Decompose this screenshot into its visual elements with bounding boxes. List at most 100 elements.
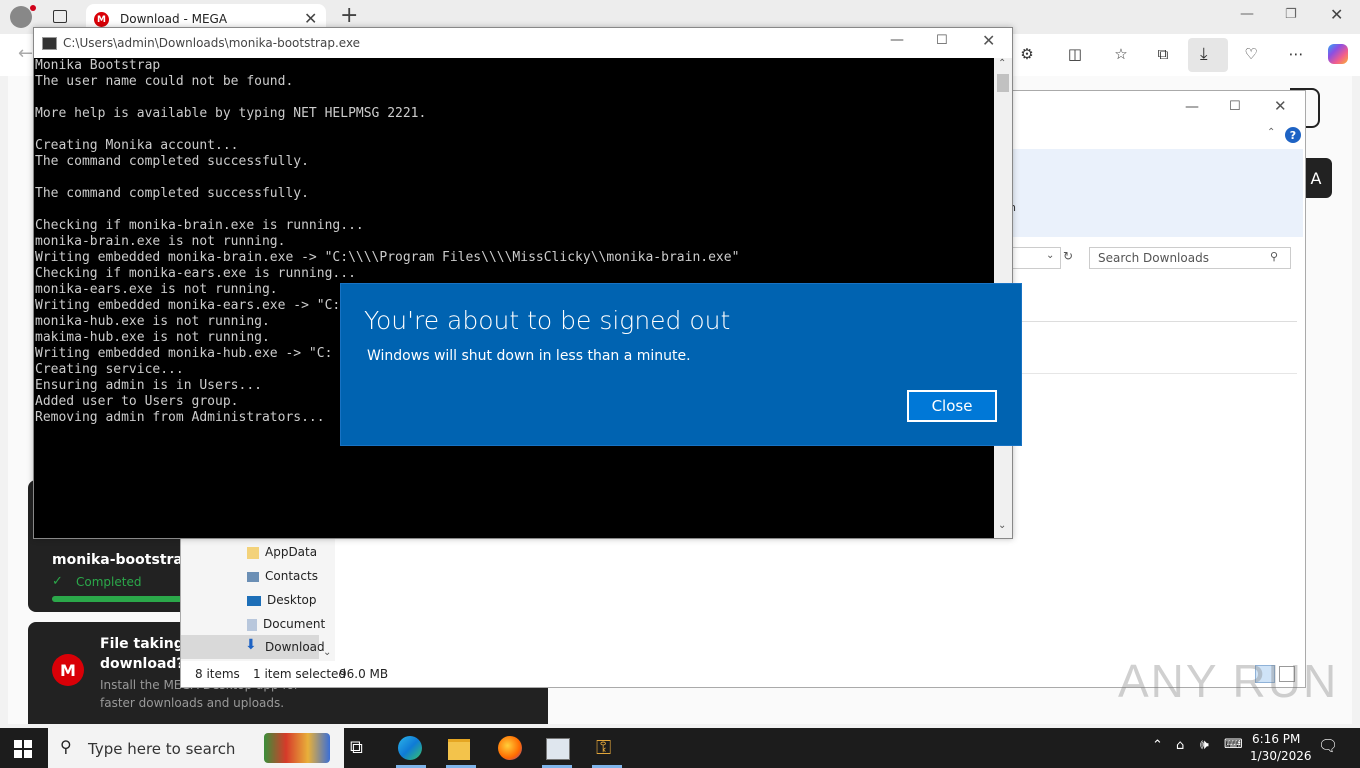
ribbon-collapse-icon[interactable]: ⌃ — [1267, 127, 1275, 138]
documents-icon — [247, 618, 257, 631]
console-line: More help is available by typing NET HEL… — [35, 106, 427, 121]
search-icon: ⚲ — [1270, 250, 1279, 263]
navigation-pane: AppData Contacts Desktop Document ⬇ Down… — [181, 537, 335, 661]
status-size: 96.0 MB — [339, 667, 389, 681]
more-icon[interactable]: ⋯ — [1285, 43, 1307, 65]
nav-item-downloads[interactable]: ⬇ Download — [181, 635, 325, 659]
column-divider — [1011, 321, 1297, 322]
scroll-up-icon[interactable]: ⌃ — [998, 58, 1006, 69]
nav-scroll-down-icon[interactable]: ⌄ — [323, 647, 331, 658]
help-icon[interactable]: ? — [1285, 127, 1301, 143]
gifts-search-highlight-icon — [264, 733, 330, 763]
tab-actions-icon[interactable] — [53, 10, 67, 23]
check-circle-icon: ✓ — [52, 574, 63, 589]
download-file-name: monika-bootstrap. — [52, 552, 199, 568]
download-progress-fill — [52, 596, 188, 602]
file-explorer-icon[interactable] — [448, 739, 470, 760]
new-tab-icon[interactable]: + — [340, 3, 358, 28]
scroll-thumb[interactable] — [997, 74, 1009, 92]
signout-title: You're about to be signed out — [364, 306, 731, 335]
mega-favicon: M — [94, 12, 109, 27]
promo-body-line2: faster downloads and uploads. — [100, 696, 285, 710]
close-button[interactable]: Close — [907, 390, 997, 422]
scroll-down-icon[interactable]: ⌄ — [998, 520, 1006, 531]
downloads-button[interactable]: ⤓ — [1188, 38, 1228, 72]
close-tab-icon[interactable]: ✕ — [304, 9, 317, 28]
download-button-letter: A — [1310, 168, 1322, 188]
taskbar: ⚲ Type here to search ⧉ ⚿ ⌃ ⌂ 🕪 ⌨ 6:16 P… — [0, 728, 1360, 768]
console-taskbar-icon[interactable] — [546, 738, 570, 760]
nav-label: Document — [263, 617, 326, 631]
nav-label: AppData — [265, 545, 318, 559]
console-line: Writing embedded monika-brain.exe -> "C:… — [35, 250, 740, 265]
download-arrow-icon: ⬇ — [245, 637, 257, 653]
mega-logo-icon: M — [52, 654, 84, 686]
firefox-icon[interactable] — [498, 736, 522, 760]
back-icon[interactable]: ← — [18, 43, 33, 64]
restore-icon[interactable]: ❐ — [1285, 7, 1297, 22]
signout-dialog: You're about to be signed out Windows wi… — [340, 283, 1022, 446]
downloads-icon: ⤓ — [1200, 44, 1208, 64]
edge-icon[interactable] — [398, 736, 422, 760]
ribbon-panel — [1011, 149, 1303, 237]
chevron-down-icon: ⌄ — [1046, 250, 1055, 261]
clock-date[interactable]: 1/30/2026 — [1250, 749, 1312, 763]
taskbar-search[interactable]: ⚲ Type here to search — [48, 728, 344, 768]
signout-message: Windows will shut down in less than a mi… — [367, 348, 691, 364]
show-hidden-icons-icon[interactable]: ⌃ — [1152, 738, 1163, 753]
nav-item-desktop[interactable]: Desktop — [247, 593, 317, 607]
extensions-icon[interactable]: ⚙ — [1016, 43, 1038, 65]
pinned-app-icon[interactable]: ⚿ — [596, 735, 611, 759]
console-line: The user name could not be found. — [35, 74, 294, 89]
nav-label: Contacts — [265, 569, 318, 583]
search-icon: ⚲ — [60, 737, 72, 756]
nav-item-documents[interactable]: Document — [247, 617, 325, 631]
desktop-icon — [247, 595, 261, 606]
explorer-search-box[interactable]: Search Downloads ⚲ — [1089, 247, 1291, 269]
network-icon[interactable]: ⌂ — [1176, 738, 1184, 753]
console-minimize-icon[interactable]: — — [890, 32, 904, 48]
promo-title-line2: download? — [100, 656, 185, 672]
input-indicator-icon[interactable]: ⌨ — [1224, 737, 1243, 752]
refresh-icon[interactable]: ↻ — [1063, 249, 1073, 263]
favorites-icon[interactable]: ☆ — [1110, 43, 1132, 65]
collections-icon[interactable]: ⧉ — [1152, 43, 1174, 65]
anyrun-watermark: ANY RUN — [1118, 655, 1339, 707]
browser-essentials-icon[interactable]: ♡ — [1240, 43, 1262, 65]
row-divider — [1011, 373, 1297, 374]
address-dropdown[interactable]: ⌄ — [1011, 247, 1061, 269]
nav-label: Download — [265, 640, 325, 654]
task-view-icon[interactable]: ⧉ — [350, 737, 363, 758]
profile-icon[interactable] — [10, 6, 32, 28]
console-line: The command completed successfully. — [35, 186, 309, 201]
console-line: Checking if monika-ears.exe is running..… — [35, 266, 356, 281]
console-title: C:\Users\admin\Downloads\monika-bootstra… — [63, 36, 361, 50]
minimize-icon[interactable]: — — [1240, 6, 1254, 22]
tab-title: Download - MEGA — [120, 12, 228, 26]
explorer-close-icon[interactable]: ✕ — [1274, 97, 1287, 115]
start-button[interactable] — [14, 740, 32, 758]
explorer-maximize-icon[interactable]: ☐ — [1229, 99, 1241, 114]
contacts-icon — [247, 571, 259, 582]
split-screen-icon[interactable]: ◫ — [1064, 43, 1086, 65]
nav-item-appdata[interactable]: AppData — [247, 545, 317, 559]
volume-icon[interactable]: 🕪 — [1200, 737, 1209, 753]
clock-time[interactable]: 6:16 PM — [1252, 732, 1300, 746]
console-line: Creating Monika account... — [35, 138, 239, 153]
console-close-icon[interactable]: ✕ — [982, 31, 995, 50]
folder-icon — [247, 546, 259, 559]
download-progress-track — [52, 596, 188, 602]
console-line: The command completed successfully. — [35, 154, 309, 169]
copilot-icon[interactable] — [1328, 44, 1348, 64]
console-line: monika-brain.exe is not running. — [35, 234, 286, 249]
download-status: Completed — [76, 575, 142, 589]
close-window-icon[interactable]: ✕ — [1330, 5, 1343, 24]
explorer-minimize-icon[interactable]: — — [1185, 99, 1199, 115]
nav-item-contacts[interactable]: Contacts — [247, 569, 318, 583]
notifications-icon[interactable]: 🗨 — [1318, 736, 1338, 755]
console-maximize-icon[interactable]: ☐ — [936, 33, 948, 48]
console-line: Checking if monika-brain.exe is running.… — [35, 218, 364, 233]
